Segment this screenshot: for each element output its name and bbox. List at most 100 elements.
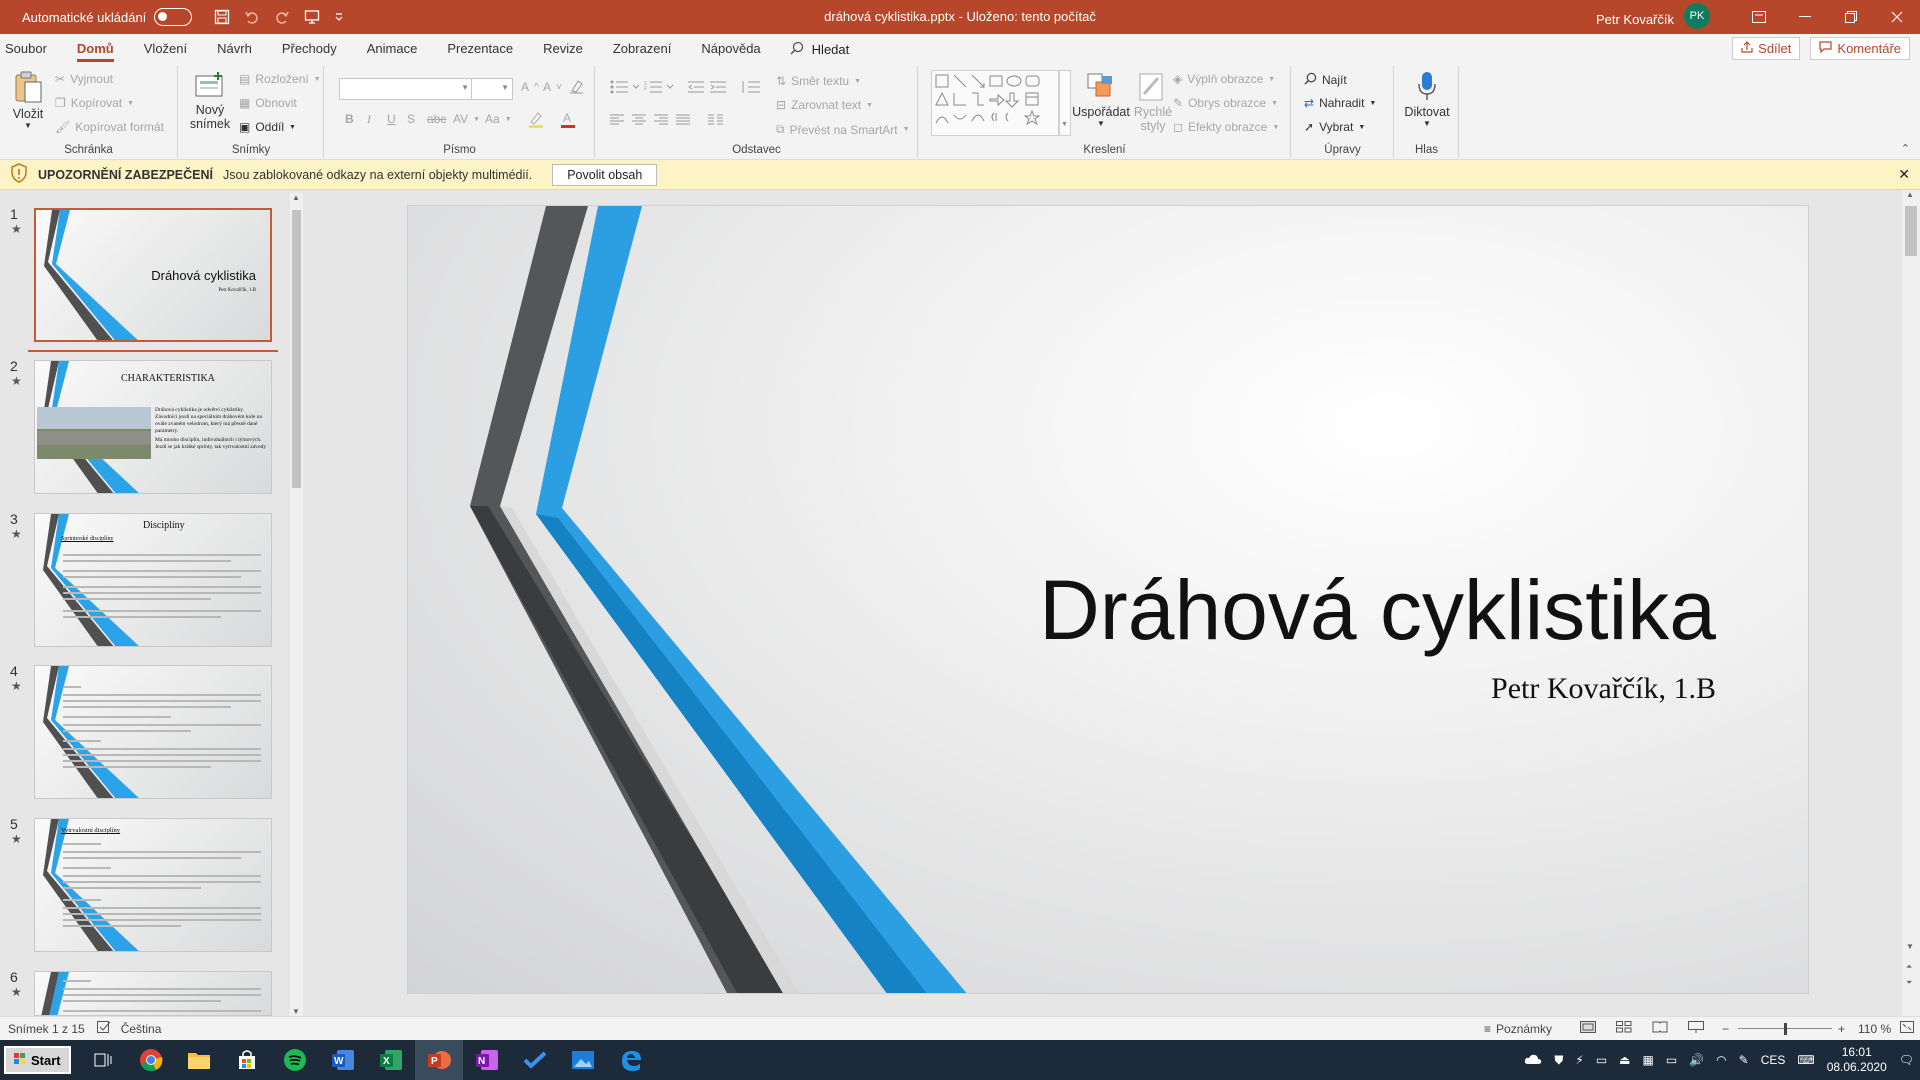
thumbnail-scroll-thumb[interactable] [292,210,301,488]
chevron-up-icon[interactable]: ▲ [1906,190,1914,199]
share-button[interactable]: Sdílet [1732,37,1801,60]
restore-button[interactable] [1828,0,1874,34]
notifications-icon[interactable]: 🗨 [1899,1053,1914,1067]
powerpoint-icon[interactable]: P [414,1040,463,1080]
onenote-icon[interactable]: N [463,1040,511,1080]
slide-subtitle[interactable]: Petr Kovařčík, 1.B [1491,672,1716,706]
clear-formatting-icon[interactable] [569,78,585,94]
customize-qat-icon[interactable] [334,12,344,22]
collapse-ribbon-icon[interactable]: ⌃ [1901,142,1910,155]
presentation-icon[interactable] [304,9,320,25]
reading-view-icon[interactable] [1652,1021,1668,1036]
align-text-button[interactable]: ⊟ Zarovnat text ▼ [776,98,873,112]
slide-thumbnail-4[interactable] [34,665,272,799]
chevron-up-icon[interactable]: ▲ [292,193,300,202]
clock[interactable]: 16:01 08.06.2020 [1827,1045,1887,1075]
dictate-button[interactable]: Diktovat ▼ [1399,70,1455,128]
language[interactable]: Čeština [121,1022,162,1036]
tab-animations[interactable]: Animace [352,34,433,64]
align-left-icon[interactable] [610,114,624,126]
justify-icon[interactable] [676,114,690,126]
char-spacing-button[interactable]: AV ▼ [453,112,480,126]
tab-help[interactable]: Nápověda [686,34,775,64]
bold-button[interactable]: B [345,112,354,126]
quick-styles-button[interactable]: Rychlé styly [1131,72,1175,133]
shadow-button[interactable]: S [407,112,415,126]
zoom-out-button[interactable]: − [1722,1022,1729,1036]
highlight-color-button[interactable] [527,110,545,131]
text-direction-button[interactable]: ⇅ Směr textu ▼ [776,74,861,88]
increase-font-button[interactable]: A ^ [521,80,539,94]
align-center-icon[interactable] [632,114,646,126]
next-slide-icon[interactable]: ⏷ [1906,978,1912,988]
find-button[interactable]: Najít [1304,72,1347,88]
autosave-toggle[interactable] [154,8,193,26]
user-account[interactable]: Petr Kovařčík PK [1596,3,1710,29]
redo-icon[interactable] [274,9,290,25]
tab-file[interactable]: Soubor [0,34,62,64]
usb-icon[interactable]: ⏏ [1619,1053,1630,1067]
edge-icon[interactable] [607,1040,655,1080]
volume-icon[interactable]: 🔊 [1689,1053,1704,1067]
section-button[interactable]: ▣ Oddíl ▼ [239,120,296,134]
decrease-font-button[interactable]: A ˅ [543,80,562,94]
current-slide[interactable]: Dráhová cyklistika Petr Kovařčík, 1.B [407,205,1809,994]
input-language[interactable]: CES [1761,1053,1786,1067]
line-spacing-icon[interactable] [740,80,766,94]
wifi-icon[interactable]: ◠ [1716,1053,1726,1067]
editor-scrollbar[interactable]: ▲ ▼ ⏶ ⏷ [1902,190,1920,1016]
minimize-button[interactable] [1782,0,1828,34]
tab-transitions[interactable]: Přechody [267,34,352,64]
tab-home[interactable]: Domů [62,34,129,64]
comments-button[interactable]: Komentáře [1810,37,1910,60]
ribbon-display-options-icon[interactable] [1736,0,1782,34]
security-tray-icon[interactable]: ⛊ [1554,1053,1563,1068]
task-view-icon[interactable] [79,1040,127,1080]
fit-to-window-icon[interactable] [1900,1021,1914,1036]
tab-review[interactable]: Revize [528,34,598,64]
search-box[interactable]: Hledat [776,41,864,58]
touch-keyboard-icon[interactable]: ⌨ [1797,1053,1814,1067]
onedrive-icon[interactable] [1524,1053,1542,1068]
slide-thumbnail-3[interactable]: Disciplíny Sprinterské disciplíny [34,513,272,647]
spotify-icon[interactable] [271,1040,319,1080]
close-button[interactable] [1874,0,1920,34]
slide-sorter-icon[interactable] [1616,1021,1632,1036]
shape-fill-button[interactable]: ◈ Výplň obrazce ▼ [1173,72,1275,86]
italic-button[interactable]: I [367,112,371,127]
format-painter-button[interactable]: 🖌 Kopírovat formát [55,120,164,134]
battery-icon[interactable]: ▭ [1666,1053,1677,1067]
spell-check-icon[interactable] [96,1021,111,1036]
slide-thumbnail-1[interactable]: Dráhová cyklistika Petr Kovařčík, 1.B [34,208,272,342]
store-icon[interactable] [223,1040,271,1080]
replace-button[interactable]: ⇄ Nahradit ▼ [1304,96,1376,110]
increase-indent-icon[interactable] [710,80,726,94]
notes-button[interactable]: ≡ Poznámky [1484,1022,1552,1036]
align-right-icon[interactable] [654,114,668,126]
enable-content-button[interactable]: Povolit obsah [552,163,658,186]
close-icon[interactable]: ✕ [1898,166,1910,183]
reset-button[interactable]: ▦ Obnovit [239,96,297,110]
zoom-slider-thumb[interactable] [1784,1023,1787,1035]
tab-view[interactable]: Zobrazení [598,34,687,64]
strikethrough-button[interactable]: abc [427,112,446,126]
excel-icon[interactable]: X [367,1040,415,1080]
network-icon[interactable]: ⚡ [1575,1053,1583,1067]
editor-scroll-thumb[interactable] [1905,206,1917,256]
new-slide-button[interactable]: Nový snímek [187,70,233,131]
keyboard-icon[interactable]: ▦ [1643,1053,1654,1067]
save-icon[interactable] [214,9,230,25]
tab-slideshow[interactable]: Prezentace [432,34,528,64]
columns-icon[interactable] [708,114,734,126]
pen-icon[interactable]: ✎ [1739,1053,1749,1067]
slide-thumbnail-2[interactable]: CHARAKTERISTIKA Dráhová cyklistika je od… [34,360,272,494]
slide-thumbnail-6[interactable] [34,971,272,1016]
shape-effects-button[interactable]: ◻ Efekty obrazce ▼ [1173,120,1279,134]
zoom-in-button[interactable]: + [1838,1022,1845,1036]
tab-insert[interactable]: Vložení [129,34,202,64]
smartart-button[interactable]: ⧉ Převést na SmartArt ▼ [776,122,910,137]
numbering-icon[interactable]: 12 [644,80,684,94]
chrome-icon[interactable] [127,1040,175,1080]
display-icon[interactable]: ▭ [1596,1053,1607,1067]
paste-button[interactable]: Vložit ▼ [6,70,50,130]
